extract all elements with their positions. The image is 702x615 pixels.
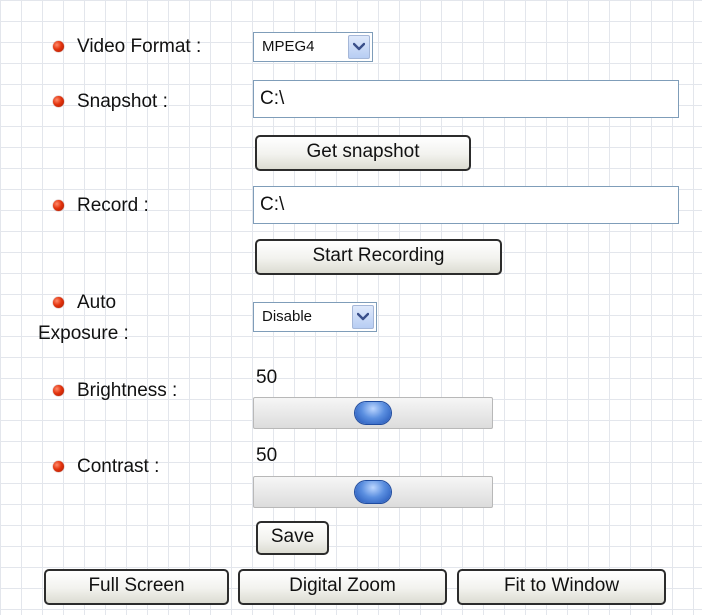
brightness-slider-thumb[interactable]	[355, 402, 391, 424]
red-bullet-icon	[53, 41, 64, 52]
auto-exposure-select[interactable]: Disable	[253, 302, 377, 332]
contrast-value: 50	[256, 445, 278, 466]
save-button[interactable]: Save	[256, 521, 329, 555]
digital-zoom-button[interactable]: Digital Zoom	[238, 569, 447, 605]
red-bullet-icon	[53, 385, 64, 396]
red-bullet-icon	[53, 200, 64, 211]
record-label: Record :	[77, 195, 149, 216]
red-bullet-icon	[53, 297, 64, 308]
red-bullet-icon	[53, 96, 64, 107]
chevron-down-icon[interactable]	[348, 35, 370, 59]
red-bullet-icon	[53, 461, 64, 472]
contrast-slider[interactable]	[253, 476, 493, 508]
contrast-slider-thumb[interactable]	[355, 481, 391, 503]
brightness-value: 50	[256, 367, 278, 388]
auto-exposure-label-line2: Exposure :	[38, 323, 129, 344]
video-format-value: MPEG4	[262, 38, 315, 55]
start-recording-button[interactable]: Start Recording	[255, 239, 502, 275]
chevron-down-icon[interactable]	[352, 305, 374, 329]
auto-exposure-value: Disable	[262, 308, 313, 325]
get-snapshot-button[interactable]: Get snapshot	[255, 135, 471, 171]
snapshot-path-input[interactable]: C:\	[253, 80, 679, 118]
brightness-label: Brightness :	[77, 380, 178, 401]
record-path-input[interactable]: C:\	[253, 186, 679, 224]
fit-to-window-button[interactable]: Fit to Window	[457, 569, 666, 605]
video-format-label: Video Format :	[77, 36, 202, 57]
contrast-label: Contrast :	[77, 456, 160, 477]
auto-exposure-label-line1: Auto	[77, 292, 117, 313]
full-screen-button[interactable]: Full Screen	[44, 569, 229, 605]
snapshot-label: Snapshot :	[77, 91, 168, 112]
video-format-select[interactable]: MPEG4	[253, 32, 373, 62]
brightness-slider[interactable]	[253, 397, 493, 429]
